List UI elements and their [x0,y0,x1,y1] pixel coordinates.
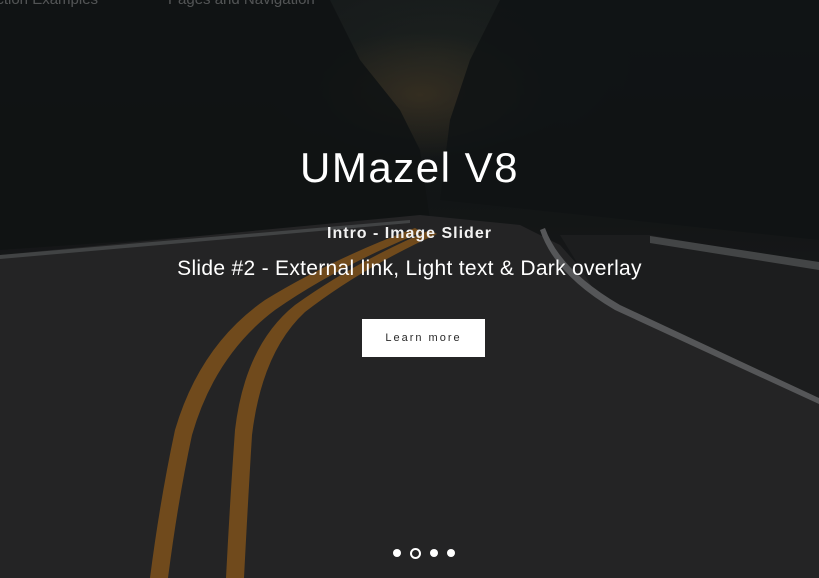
slider-pagination [393,547,455,559]
slide-title: UMazel V8 [300,144,519,191]
slide-description: Slide #2 - External link, Light text & D… [177,257,642,280]
slide-dot-4[interactable] [447,549,455,557]
slide-dot-2-active[interactable] [410,547,421,559]
slide-dot-1[interactable] [393,549,401,557]
top-navigation: ection Examples Pages and Navigation [0,0,819,11]
slide-dot-3[interactable] [430,549,438,557]
slide-subtitle: Intro - Image Slider [327,225,492,242]
nav-item-section-examples[interactable]: ection Examples [0,0,98,8]
learn-more-button[interactable]: Learn more [362,319,485,357]
dark-overlay [0,0,819,578]
nav-item-pages-navigation[interactable]: Pages and Navigation [168,0,315,8]
